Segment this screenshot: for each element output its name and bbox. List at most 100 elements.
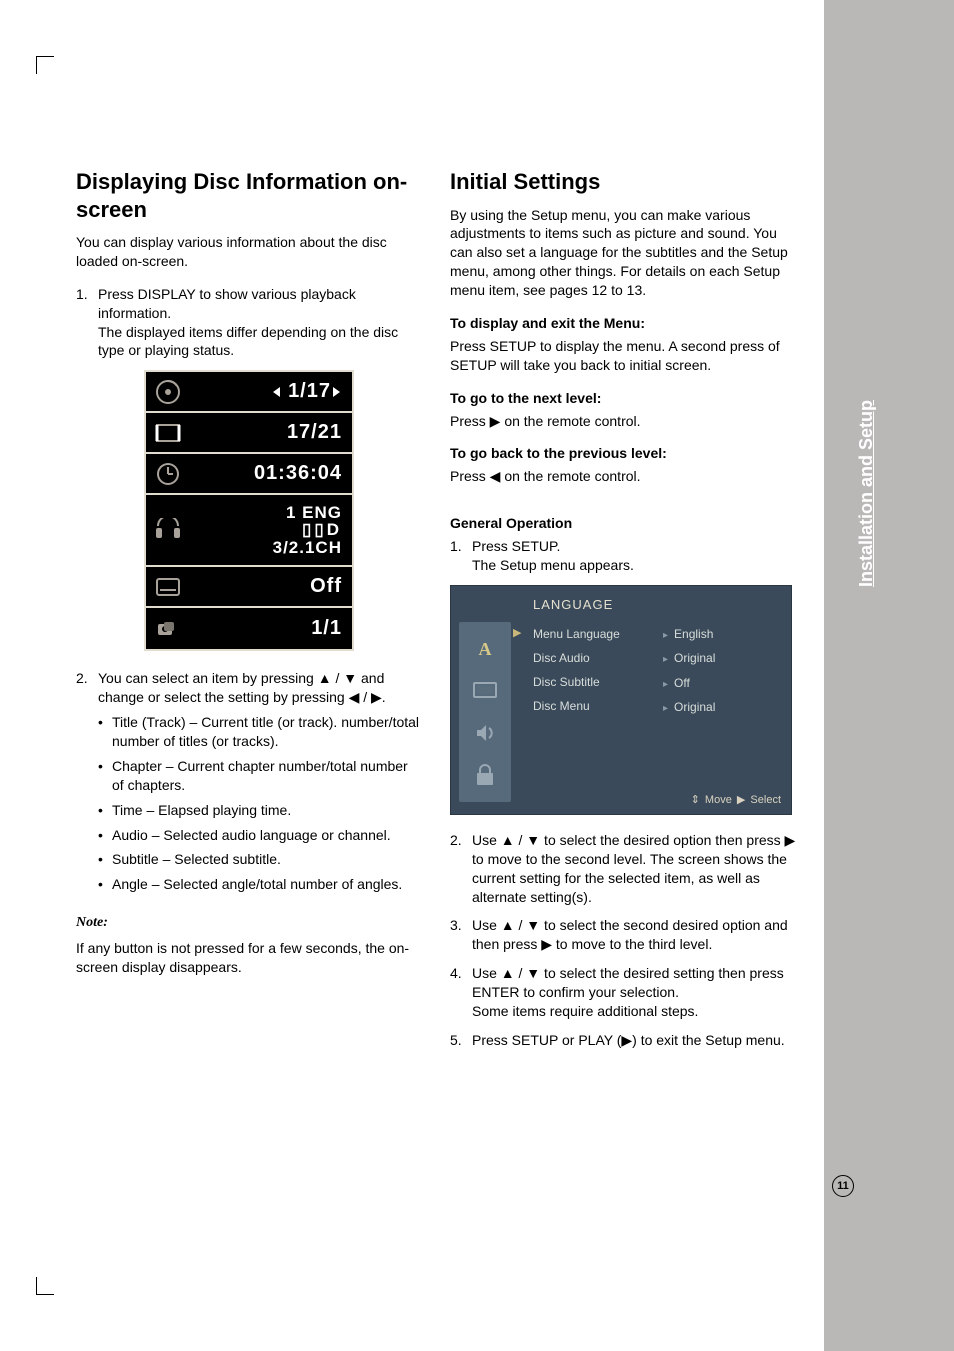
- chapter-icon: [146, 423, 190, 443]
- step-1: 1. Press DISPLAY to show various playbac…: [76, 285, 422, 361]
- osd-row-angle: 1/1: [146, 608, 352, 649]
- steps-list-2: 2. You can select an item by pressing ▲ …: [76, 669, 422, 900]
- osd2-footer: ⇕ Move ▶ Select: [689, 793, 781, 808]
- steps-list: 1. Press DISPLAY to show various playbac…: [76, 285, 422, 361]
- sub-text: Press ◀ on the remote control.: [450, 467, 796, 486]
- osd-row-time: 01:36:04: [146, 454, 352, 495]
- osd-angle-value: 1/1: [190, 615, 352, 642]
- step-number: 1.: [450, 537, 472, 575]
- display-tab-icon: [459, 670, 511, 712]
- menu-value: English: [663, 626, 773, 643]
- menu-item: Disc Subtitle: [533, 674, 643, 690]
- step-text: The Setup menu appears.: [472, 557, 634, 573]
- content-area: Displaying Disc Information on-screen Yo…: [76, 168, 796, 1060]
- crop-mark: [36, 56, 54, 74]
- step-number: 3.: [450, 916, 472, 954]
- step-body: Use ▲ / ▼ to select the second desired o…: [472, 916, 796, 954]
- note-heading: Note:: [76, 914, 422, 933]
- genop-step-3: 3. Use ▲ / ▼ to select the second desire…: [450, 916, 796, 954]
- intro-text: By using the Setup menu, you can make va…: [450, 206, 796, 300]
- svg-text:A: A: [479, 639, 492, 659]
- step-text: Some items require additional steps.: [472, 1003, 698, 1019]
- osd-title-value: 1/17: [190, 378, 352, 405]
- selector-arrow-icon: ▶: [513, 626, 521, 641]
- audio-icon: [146, 518, 190, 542]
- audio-tab-icon: [459, 712, 511, 754]
- menu-value: Original: [663, 699, 773, 716]
- step-body: Press SETUP. The Setup menu appears.: [472, 537, 796, 575]
- sidebar-label-text: Installation and Setup: [856, 400, 876, 587]
- footer-move-label: Move: [705, 794, 732, 806]
- bullet-list: Title (Track) – Current title (or track)…: [98, 713, 422, 894]
- clock-icon: [146, 461, 190, 487]
- menu-item: Disc Audio: [533, 650, 643, 666]
- move-icon: ⇕: [691, 794, 700, 806]
- osd-row-chapter: 17/21: [146, 413, 352, 454]
- genop-step-1: 1. Press SETUP. The Setup menu appears.: [450, 537, 796, 575]
- step-number: 5.: [450, 1031, 472, 1050]
- intro-text: You can display various information abou…: [76, 233, 422, 271]
- sub-text: Press ▶ on the remote control.: [450, 412, 796, 431]
- menu-item: Menu Language: [533, 626, 643, 642]
- audio-line: 1 ENG: [190, 504, 342, 522]
- step-body: Press DISPLAY to show various playback i…: [98, 285, 422, 361]
- bullet-item: Title (Track) – Current title (or track)…: [98, 713, 422, 751]
- crop-mark: [36, 1277, 54, 1295]
- osd2-icon-column: A: [459, 622, 511, 802]
- osd-subtitle-value: Off: [190, 573, 352, 600]
- genop-list: 1. Press SETUP. The Setup menu appears.: [450, 537, 796, 575]
- page: Installation and Setup 11 Displaying Dis…: [0, 0, 954, 1351]
- subheading-next-level: To go to the next level:: [450, 389, 796, 408]
- bullet-item: Subtitle – Selected subtitle.: [98, 850, 422, 869]
- osd-row-title: 1/17: [146, 372, 352, 413]
- lock-tab-icon: [459, 754, 511, 796]
- subheading-display-exit: To display and exit the Menu:: [450, 314, 796, 333]
- heading-displaying-disc-info: Displaying Disc Information on-screen: [76, 168, 422, 223]
- heading-initial-settings: Initial Settings: [450, 168, 796, 196]
- genop-list-2: 2. Use ▲ / ▼ to select the desired optio…: [450, 831, 796, 1050]
- step-2: 2. You can select an item by pressing ▲ …: [76, 669, 422, 900]
- angle-icon: [146, 619, 190, 639]
- step-number: 2.: [450, 831, 472, 907]
- step-text: Press SETUP.: [472, 538, 560, 554]
- step-body: Use ▲ / ▼ to select the desired setting …: [472, 964, 796, 1021]
- genop-step-4: 4. Use ▲ / ▼ to select the desired setti…: [450, 964, 796, 1021]
- footer-select-label: Select: [750, 794, 781, 806]
- step-number: 2.: [76, 669, 98, 900]
- bullet-item: Angle – Selected angle/total number of a…: [98, 875, 422, 894]
- step-body: You can select an item by pressing ▲ / ▼…: [98, 669, 422, 900]
- step-body: Press SETUP or PLAY (▶) to exit the Setu…: [472, 1031, 796, 1050]
- osd-time-value: 01:36:04: [190, 460, 352, 487]
- disc-icon: [146, 379, 190, 405]
- right-column: Initial Settings By using the Setup menu…: [450, 168, 796, 1060]
- note-text: If any button is not pressed for a few s…: [76, 939, 422, 977]
- page-number-text: 11: [837, 1180, 849, 1192]
- genop-step-2: 2. Use ▲ / ▼ to select the desired optio…: [450, 831, 796, 907]
- language-tab-icon: A: [459, 628, 511, 670]
- subheading-prev-level: To go back to the previous level:: [450, 444, 796, 463]
- bullet-item: Audio – Selected audio language or chann…: [98, 826, 422, 845]
- subtitle-icon: [146, 577, 190, 597]
- step-text: Use ▲ / ▼ to select the desired setting …: [472, 965, 784, 1000]
- sub-text: Press SETUP to display the menu. A secon…: [450, 337, 796, 375]
- osd-chapter-value: 17/21: [190, 419, 352, 446]
- step-number: 1.: [76, 285, 98, 361]
- step-text: Press DISPLAY to show various playback i…: [98, 286, 356, 321]
- subheading-general-operation: General Operation: [450, 514, 796, 533]
- menu-item: Disc Menu: [533, 698, 643, 714]
- genop-step-5: 5. Press SETUP or PLAY (▶) to exit the S…: [450, 1031, 796, 1050]
- sidebar-section-label: Installation and Setup: [856, 400, 877, 587]
- sidebar-grey: [824, 0, 954, 1351]
- osd2-menu-items: Menu Language Disc Audio Disc Subtitle D…: [533, 626, 643, 723]
- menu-value: Off: [663, 675, 773, 692]
- bullet-item: Chapter – Current chapter number/total n…: [98, 757, 422, 795]
- left-column: Displaying Disc Information on-screen Yo…: [76, 168, 422, 1060]
- osd-row-audio: 1 ENG ▯▯D 3/2.1CH: [146, 495, 352, 567]
- osd-row-subtitle: Off: [146, 567, 352, 608]
- step-text: The displayed items differ depending on …: [98, 324, 398, 359]
- osd-display-info: 1/17 17/21 01:36:04: [144, 370, 354, 651]
- step-body: Use ▲ / ▼ to select the desired option t…: [472, 831, 796, 907]
- audio-line: ▯▯D: [190, 521, 342, 539]
- osd2-values: English Original Off Original: [663, 626, 773, 724]
- bullet-item: Time – Elapsed playing time.: [98, 801, 422, 820]
